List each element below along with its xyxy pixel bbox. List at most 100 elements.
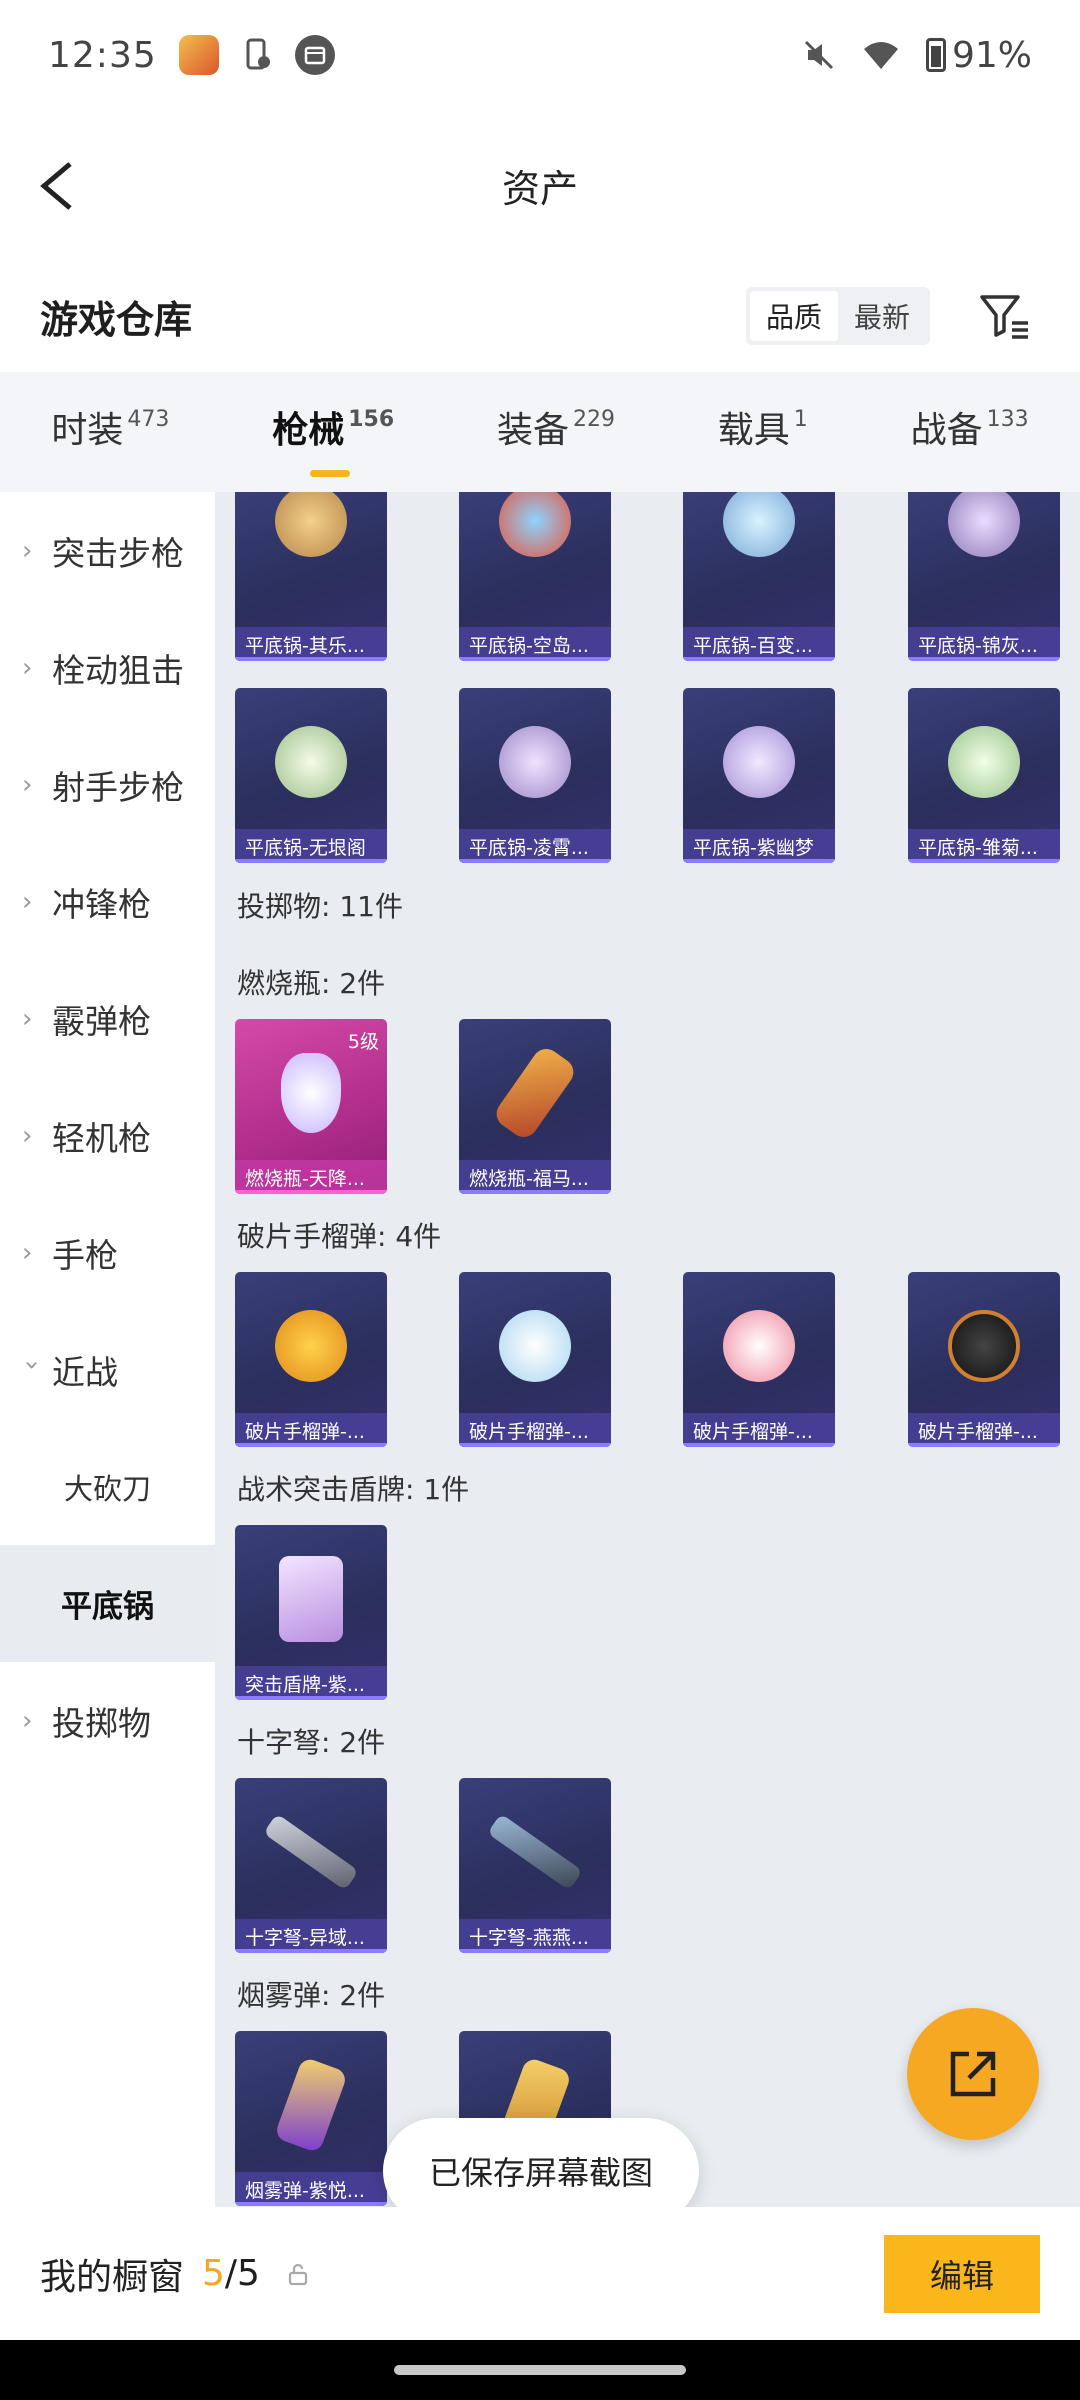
- wifi-icon: [863, 42, 898, 69]
- sidebar-item-shotgun[interactable]: › 霰弹枪: [0, 960, 215, 1077]
- pan-icon: [275, 492, 347, 557]
- pan-icon: [275, 725, 347, 798]
- status-bar: 12:35 91%: [0, 0, 1080, 110]
- calendar-icon: [294, 35, 335, 75]
- molotov-icon: [281, 1052, 341, 1133]
- category-label-smoke: 烟雾弹: 2件: [237, 1979, 386, 2012]
- category-label-molotov: 燃烧瓶: 2件: [237, 967, 386, 1000]
- sidebar-item-dmr[interactable]: › 射手步枪: [0, 726, 215, 843]
- category-label-crossbow: 十字弩: 2件: [237, 1726, 386, 1759]
- sort-toggle: 品质 最新: [745, 287, 930, 345]
- sort-quality[interactable]: 品质: [749, 291, 838, 341]
- chevron-right-icon: ›: [22, 535, 33, 566]
- item-card[interactable]: 平底锅-百变...: [683, 492, 835, 661]
- sidebar-item-smg[interactable]: › 冲锋枪: [0, 843, 215, 960]
- section-title: 游戏仓库: [40, 297, 193, 342]
- lock-icon: [288, 2263, 308, 2285]
- category-label-shield: 战术突击盾牌: 1件: [237, 1473, 470, 1506]
- grenade-icon: [723, 1309, 795, 1382]
- chevron-right-icon: ›: [22, 1003, 33, 1034]
- category-label-frag: 破片手榴弹: 4件: [237, 1220, 442, 1253]
- item-card[interactable]: 平底锅-雏菊...: [908, 688, 1060, 863]
- tab-guns[interactable]: 枪械 156: [272, 401, 394, 477]
- item-card[interactable]: 烟雾弹-紫悦...: [235, 2031, 387, 2206]
- chevron-right-icon: ›: [22, 652, 33, 683]
- item-card[interactable]: 十字弩-异域...: [235, 1778, 387, 1953]
- showcase-label: 我的橱窗: [40, 2256, 185, 2298]
- molotov-icon: [491, 1043, 579, 1142]
- showcase-count: 5/5: [202, 2253, 260, 2294]
- phone-sync-icon: [237, 35, 277, 75]
- tab-fashion[interactable]: 时装 473: [51, 401, 169, 463]
- edit-button[interactable]: 编辑: [884, 2234, 1040, 2313]
- item-card[interactable]: 突击盾牌-紫...: [235, 1525, 387, 1700]
- item-card[interactable]: 平底锅-凌霄...: [459, 688, 611, 863]
- title-bar: 资产: [0, 110, 1080, 260]
- grenade-icon: [275, 1309, 347, 1382]
- tab-supplies[interactable]: 战备 133: [911, 401, 1029, 463]
- item-card[interactable]: 5级 燃烧瓶-天降...: [235, 1019, 387, 1194]
- share-button[interactable]: [907, 2008, 1039, 2140]
- item-card[interactable]: 平底锅-空岛...: [459, 492, 611, 661]
- item-card[interactable]: 破片手榴弹-...: [908, 1272, 1060, 1447]
- item-card[interactable]: 十字弩-燕燕...: [459, 1778, 611, 1953]
- category-label-throwables: 投掷物: 11件: [237, 890, 403, 923]
- clock: 12:35: [48, 34, 157, 76]
- page-title: 资产: [501, 166, 578, 211]
- sidebar-item-melee[interactable]: › 近战: [0, 1311, 215, 1428]
- item-card[interactable]: 平底锅-其乐...: [235, 492, 387, 661]
- pan-icon: [723, 492, 795, 557]
- sidebar-item-assault-rifle[interactable]: › 突击步枪: [0, 492, 215, 609]
- tab-vehicles[interactable]: 载具 1: [718, 401, 808, 463]
- system-nav-bar: [0, 2340, 1080, 2400]
- chevron-right-icon: ›: [22, 886, 33, 917]
- sidebar-item-pistol[interactable]: › 手枪: [0, 1194, 215, 1311]
- weapon-category-sidebar: › 突击步枪 › 栓动狙击 › 射手步枪 › 冲锋枪 › 霰弹枪 › 轻机枪 › 手枪 › 近战…: [0, 492, 215, 2207]
- sidebar-item-pan[interactable]: 平底锅: [0, 1545, 215, 1662]
- item-card[interactable]: 破片手榴弹-...: [235, 1272, 387, 1447]
- battery-indicator: 91%: [925, 34, 1032, 76]
- filter-button[interactable]: [970, 281, 1040, 351]
- back-arrow-icon: [40, 162, 72, 210]
- item-card[interactable]: 破片手榴弹-...: [459, 1272, 611, 1447]
- pan-icon: [499, 725, 571, 798]
- grenade-icon: [948, 1309, 1020, 1382]
- filter-icon: [980, 295, 1028, 339]
- home-gesture-handle[interactable]: [394, 2365, 686, 2375]
- item-grid: 平底锅-其乐... 平底锅-空岛... 平底锅-百变... 平底锅-锦灰... …: [215, 492, 1080, 2207]
- chevron-right-icon: ›: [22, 1705, 33, 1736]
- item-card[interactable]: 平底锅-无垠阁: [235, 688, 387, 863]
- mute-icon: [804, 40, 834, 70]
- warehouse-header: 游戏仓库 品质 最新: [0, 260, 1080, 372]
- showcase-bar: 我的橱窗 5/5 编辑: [0, 2207, 1080, 2340]
- chevron-right-icon: ›: [22, 1237, 33, 1268]
- chevron-down-icon: ›: [17, 1359, 47, 1370]
- item-card[interactable]: 破片手榴弹-...: [683, 1272, 835, 1447]
- chevron-right-icon: ›: [22, 769, 33, 800]
- shield-icon: [279, 1555, 343, 1642]
- tab-equipment[interactable]: 装备 229: [497, 401, 615, 463]
- sort-latest[interactable]: 最新: [838, 291, 926, 341]
- pan-icon: [948, 492, 1020, 557]
- grenade-icon: [499, 1309, 571, 1382]
- chevron-right-icon: ›: [22, 1120, 33, 1151]
- sidebar-item-bolt-sniper[interactable]: › 栓动狙击: [0, 609, 215, 726]
- game-app-icon: [178, 35, 219, 75]
- item-card[interactable]: 平底锅-紫幽梦: [683, 688, 835, 863]
- category-tabs: 时装 473 枪械 156 装备 229 载具 1 战备 133: [0, 372, 1080, 492]
- crossbow-icon: [487, 1812, 583, 1891]
- pan-icon: [723, 725, 795, 798]
- battery-icon: [925, 38, 946, 72]
- pan-icon: [499, 492, 571, 557]
- sidebar-item-throwables[interactable]: › 投掷物: [0, 1662, 215, 1779]
- item-card[interactable]: 平底锅-锦灰...: [908, 492, 1060, 661]
- sidebar-item-machete[interactable]: 大砍刀: [0, 1428, 215, 1545]
- pan-icon: [948, 725, 1020, 798]
- sidebar-item-lmg[interactable]: › 轻机枪: [0, 1077, 215, 1194]
- back-button[interactable]: [30, 150, 100, 220]
- smoke-grenade-icon: [273, 2055, 349, 2154]
- item-card[interactable]: 燃烧瓶-福马...: [459, 1019, 611, 1194]
- battery-level: 91%: [951, 34, 1032, 76]
- crossbow-icon: [263, 1812, 359, 1891]
- external-link-icon: [950, 2051, 996, 2097]
